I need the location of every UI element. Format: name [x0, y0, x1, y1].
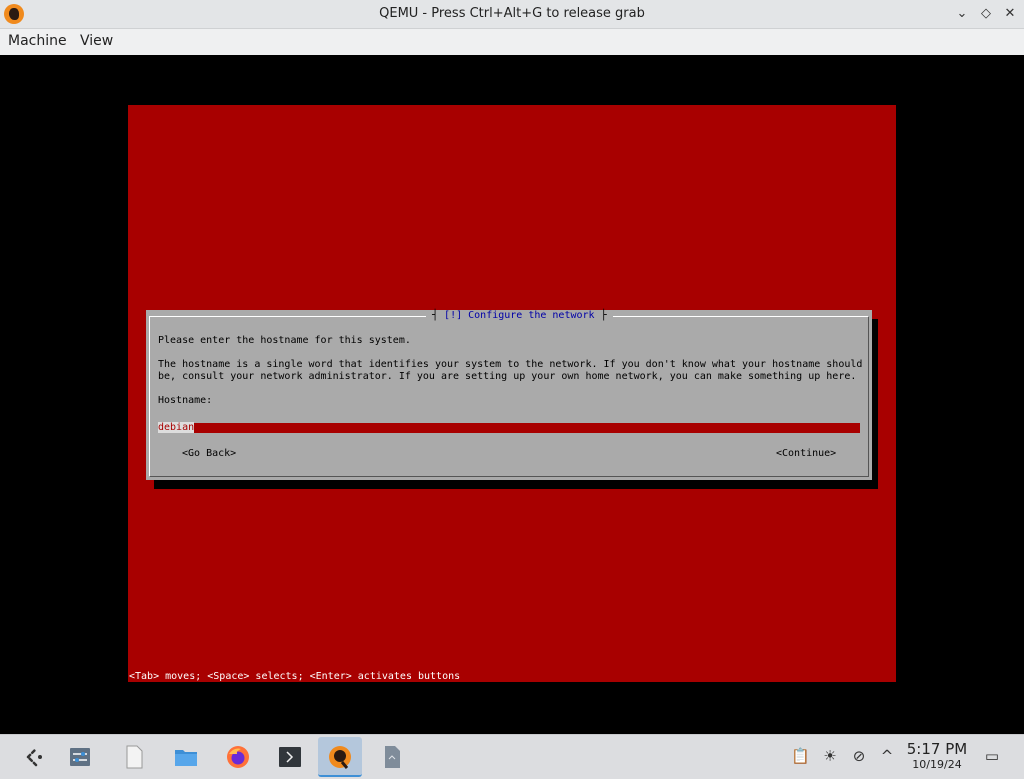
folder-icon — [175, 750, 197, 766]
help-text: <Tab> moves; <Space> selects; <Enter> ac… — [129, 671, 461, 682]
hostname-value: debian — [158, 422, 195, 433]
installer-screen: [!] Configure the network Please enter t… — [128, 105, 896, 682]
terminal-icon — [279, 747, 301, 767]
description-line-1: The hostname is a single word that ident… — [158, 359, 863, 370]
clipboard-icon[interactable]: 📋 — [791, 747, 810, 765]
continue-button[interactable]: <Continue> — [776, 448, 836, 459]
system-settings-icon — [70, 748, 90, 766]
window-titlebar: QEMU - Press Ctrl+Alt+G to release grab … — [0, 0, 1024, 29]
files-icon — [126, 745, 143, 769]
hostname-input[interactable]: debian — [158, 422, 860, 433]
clock-time[interactable]: 5:17 PM — [902, 740, 972, 758]
document-icon — [385, 746, 400, 768]
dialog-title: [!] Configure the network — [426, 310, 613, 322]
qemu-icon — [329, 746, 351, 769]
close-button[interactable]: ✕ — [1000, 4, 1020, 24]
go-back-button[interactable]: <Go Back> — [182, 448, 236, 459]
taskbar: 📋 ☀ ⊘ ^ 5:17 PM 10/19/24 ▭ — [0, 734, 1024, 779]
maximize-button[interactable]: ◇ — [976, 4, 996, 24]
document-button[interactable] — [370, 737, 414, 777]
menu-view[interactable]: View — [80, 33, 113, 49]
description-line-2: be, consult your network administrator. … — [158, 371, 857, 382]
show-desktop-icon[interactable]: ▭ — [983, 747, 1001, 765]
brightness-icon[interactable]: ☀ — [821, 747, 839, 765]
system-settings-button[interactable] — [58, 737, 102, 777]
clock-date[interactable]: 10/19/24 — [902, 758, 972, 771]
expand-tray-icon[interactable]: ^ — [878, 747, 896, 765]
qemu-task-button[interactable] — [318, 737, 362, 777]
window-title: QEMU - Press Ctrl+Alt+G to release grab — [379, 6, 645, 21]
folder-button[interactable] — [164, 737, 208, 777]
hostname-label: Hostname: — [158, 395, 213, 406]
files-button[interactable] — [112, 737, 156, 777]
app-launcher-icon — [26, 747, 42, 767]
menu-bar: Machine View — [0, 29, 1024, 55]
firefox-button[interactable] — [216, 737, 260, 777]
app-launcher-button[interactable] — [12, 737, 56, 777]
network-icon[interactable]: ⊘ — [850, 747, 868, 765]
firefox-icon — [227, 746, 249, 768]
minimize-button[interactable]: ⌄ — [952, 4, 972, 24]
hostname-prompt: Please enter the hostname for this syste… — [158, 335, 411, 346]
menu-machine[interactable]: Machine — [8, 33, 67, 49]
terminal-button[interactable] — [268, 737, 312, 777]
configure-network-dialog: [!] Configure the network Please enter t… — [146, 310, 872, 480]
vm-display[interactable]: [!] Configure the network Please enter t… — [0, 55, 1024, 734]
